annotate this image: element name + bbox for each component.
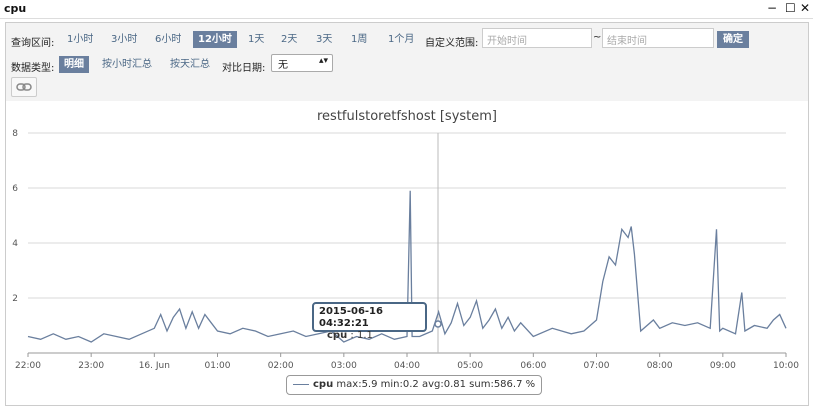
x-tick-label: 03:00 (331, 361, 357, 371)
y-tick-label: 2 (12, 294, 18, 304)
x-tick-label: 04:00 (394, 361, 420, 371)
x-tick-label: 10:00 (773, 361, 799, 371)
legend-series-name: cpu (313, 379, 334, 390)
x-tick-label: 05:00 (457, 361, 483, 371)
legend-swatch (293, 383, 309, 385)
x-tick-label: 08:00 (647, 361, 673, 371)
tooltip-date: 2015-06-16 04:32:21 (319, 306, 383, 329)
y-tick-label: 6 (12, 184, 18, 194)
minimize-icon[interactable]: − (767, 1, 777, 15)
x-tick-label: 09:00 (710, 361, 736, 371)
tooltip-series: cpu (327, 330, 348, 341)
y-tick-label: 4 (12, 239, 18, 249)
maximize-icon[interactable]: ☐ (785, 1, 796, 15)
x-tick-label: 02:00 (268, 361, 294, 371)
x-tick-label: 07:00 (584, 361, 610, 371)
tooltip-value: : 1.1 (350, 330, 373, 341)
chart-legend[interactable]: cpu max:5.9 min:0.2 avg:0.81 sum:586.7 % (286, 375, 543, 395)
chart-panel: 查询区间: 1小时 3小时 6小时 12小时 1天 2天 3天 1周 1个月 自… (5, 22, 809, 406)
x-tick-label: 06:00 (520, 361, 546, 371)
legend-stats: max:5.9 min:0.2 avg:0.81 sum:586.7 % (336, 379, 536, 390)
close-icon[interactable]: ✕ (800, 1, 810, 15)
x-tick-label: 01:00 (205, 361, 231, 371)
y-tick-label: 8 (12, 129, 18, 139)
x-tick-label: 16. Jun (139, 361, 170, 371)
x-tick-label: 22:00 (15, 361, 41, 371)
window-title: cpu (4, 2, 27, 15)
data-tooltip: 2015-06-16 04:32:21 cpu : 1.1 (312, 302, 427, 341)
x-tick-label: 23:00 (78, 361, 104, 371)
cpu-line-chart: 2 4 6 8 22:00 23:00 16. Jun 01:00 02:00 03:00 04:… (12, 129, 799, 371)
hover-marker (434, 320, 442, 328)
tooltip-value-row: cpu : 1.1 (319, 330, 420, 342)
window-titlebar: cpu − ☐ ✕ (0, 0, 813, 19)
